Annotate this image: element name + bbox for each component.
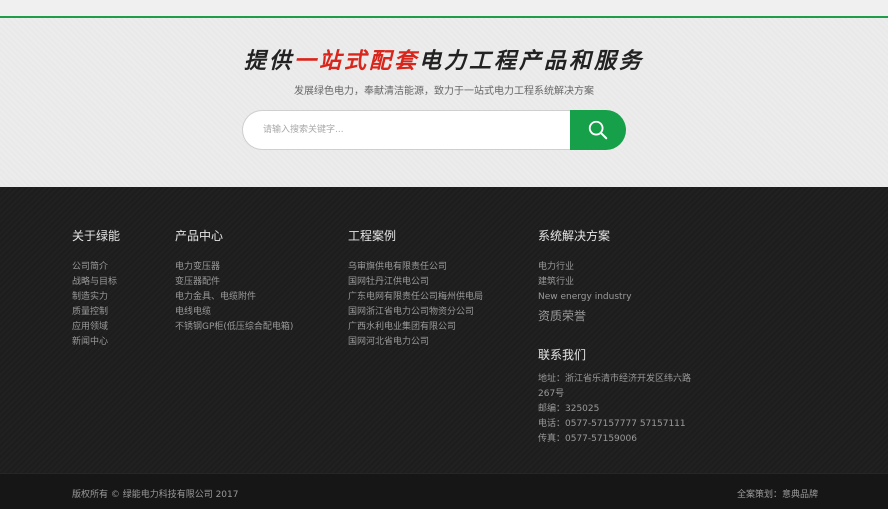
search-input[interactable]	[242, 110, 582, 150]
list-item[interactable]: 电线电缆	[175, 305, 293, 320]
footer-link[interactable]: 广西水利电业集团有限公司	[348, 322, 456, 332]
footer-link[interactable]: 国网河北省电力公司	[348, 337, 429, 347]
footer-solutions-list: 电力行业 建筑行业 New energy industry	[538, 260, 698, 305]
contact-address: 地址：浙江省乐清市经济开发区纬六路267号	[538, 374, 692, 399]
list-item[interactable]: 建筑行业	[538, 275, 698, 290]
credit-link[interactable]: 全案策划：意典品牌	[737, 487, 818, 500]
footer-link[interactable]: 制造实力	[72, 292, 108, 302]
footer-solutions-title: 系统解决方案	[538, 229, 611, 243]
footer-link[interactable]: New energy industry	[538, 292, 632, 302]
list-item[interactable]: 国网河北省电力公司	[348, 335, 483, 350]
footer-col-cases: 工程案例 乌审旗供电有限责任公司 国网牡丹江供电公司 广东电网有限责任公司梅州供…	[348, 227, 483, 350]
footer-link[interactable]: 电力行业	[538, 262, 574, 272]
footer-link[interactable]: 电力金具、电缆附件	[175, 292, 256, 302]
footer-honors-link[interactable]: 资质荣誉	[538, 307, 698, 324]
list-item[interactable]: 电力行业	[538, 260, 698, 275]
list-item[interactable]: 电力金具、电缆附件	[175, 290, 293, 305]
hero-banner: 提供一站式配套电力工程产品和服务 发展绿色电力，奉献清洁能源，致力于一站式电力工…	[0, 18, 888, 187]
hero-slogan: 提供一站式配套电力工程产品和服务	[0, 43, 888, 75]
site-footer: 关于绿能 公司简介 战略与目标 制造实力 质量控制 应用领域 新闻中心 产品中心…	[0, 187, 888, 473]
list-item[interactable]: New energy industry	[538, 290, 698, 305]
list-item[interactable]: 公司简介	[72, 260, 120, 275]
footer-about-title: 关于绿能	[72, 229, 121, 243]
list-item[interactable]: 新闻中心	[72, 335, 120, 350]
footer-products-title: 产品中心	[175, 229, 224, 243]
slogan-suffix: 电力工程产品和服务	[419, 48, 645, 74]
footer-link[interactable]: 质量控制	[72, 307, 108, 317]
footer-link[interactable]: 电线电缆	[175, 307, 211, 317]
footer-link[interactable]: 公司简介	[72, 262, 108, 272]
contact-info: 地址：浙江省乐清市经济开发区纬六路267号 邮编：325025 电话：0577-…	[538, 372, 698, 447]
list-item[interactable]: 国网浙江省电力公司物资分公司	[348, 305, 483, 320]
footer-link[interactable]: 电力变压器	[175, 262, 220, 272]
footer-link[interactable]: 乌审旗供电有限责任公司	[348, 262, 447, 272]
list-item[interactable]: 质量控制	[72, 305, 120, 320]
search-box	[242, 110, 626, 150]
footer-link[interactable]: 不锈钢GP柜(低压综合配电箱)	[175, 322, 293, 332]
list-item[interactable]: 广西水利电业集团有限公司	[348, 320, 483, 335]
footer-col-solutions: 系统解决方案 电力行业 建筑行业 New energy industry 资质荣…	[538, 227, 698, 447]
footer-link[interactable]: 新闻中心	[72, 337, 108, 347]
footer-link[interactable]: 广东电网有限责任公司梅州供电局	[348, 292, 483, 302]
contact-fax: 传真：0577-57159006	[538, 434, 637, 444]
slogan-highlight: 一站式配套	[293, 48, 419, 74]
hero-subtitle: 发展绿色电力，奉献清洁能源，致力于一站式电力工程系统解决方案	[294, 86, 594, 97]
copyright-text: 版权所有 © 绿能电力科技有限公司 2017	[72, 490, 239, 500]
footer-link[interactable]: 战略与目标	[72, 277, 117, 287]
footer-link[interactable]: 应用领域	[72, 322, 108, 332]
slogan-prefix: 提供	[243, 48, 294, 74]
footer-products-list: 电力变压器 变压器配件 电力金具、电缆附件 电线电缆 不锈钢GP柜(低压综合配电…	[175, 260, 293, 335]
list-item[interactable]: 国网牡丹江供电公司	[348, 275, 483, 290]
footer-cases-title: 工程案例	[348, 229, 397, 243]
top-strip	[0, 0, 888, 16]
search-icon	[588, 120, 608, 140]
list-item[interactable]: 乌审旗供电有限责任公司	[348, 260, 483, 275]
list-item[interactable]: 制造实力	[72, 290, 120, 305]
footer-col-about: 关于绿能 公司简介 战略与目标 制造实力 质量控制 应用领域 新闻中心	[72, 227, 120, 350]
footer-col-products: 产品中心 电力变压器 变压器配件 电力金具、电缆附件 电线电缆 不锈钢GP柜(低…	[175, 227, 293, 335]
copyright-bar: 版权所有 © 绿能电力科技有限公司 2017 全案策划：意典品牌	[0, 473, 888, 509]
list-item[interactable]: 不锈钢GP柜(低压综合配电箱)	[175, 320, 293, 335]
footer-link[interactable]: 建筑行业	[538, 277, 574, 287]
list-item[interactable]: 电力变压器	[175, 260, 293, 275]
footer-about-list: 公司简介 战略与目标 制造实力 质量控制 应用领域 新闻中心	[72, 260, 120, 350]
search-button[interactable]	[570, 110, 626, 150]
list-item[interactable]: 应用领域	[72, 320, 120, 335]
footer-link[interactable]: 国网浙江省电力公司物资分公司	[348, 307, 474, 317]
contact-postcode: 邮编：325025	[538, 404, 600, 414]
list-item[interactable]: 变压器配件	[175, 275, 293, 290]
footer-contact-title: 联系我们	[538, 348, 587, 362]
footer-cases-list: 乌审旗供电有限责任公司 国网牡丹江供电公司 广东电网有限责任公司梅州供电局 国网…	[348, 260, 483, 350]
contact-phone: 电话：0577-57157777 57157111	[538, 419, 686, 429]
list-item[interactable]: 战略与目标	[72, 275, 120, 290]
list-item[interactable]: 广东电网有限责任公司梅州供电局	[348, 290, 483, 305]
footer-link[interactable]: 变压器配件	[175, 277, 220, 287]
footer-link[interactable]: 国网牡丹江供电公司	[348, 277, 429, 287]
